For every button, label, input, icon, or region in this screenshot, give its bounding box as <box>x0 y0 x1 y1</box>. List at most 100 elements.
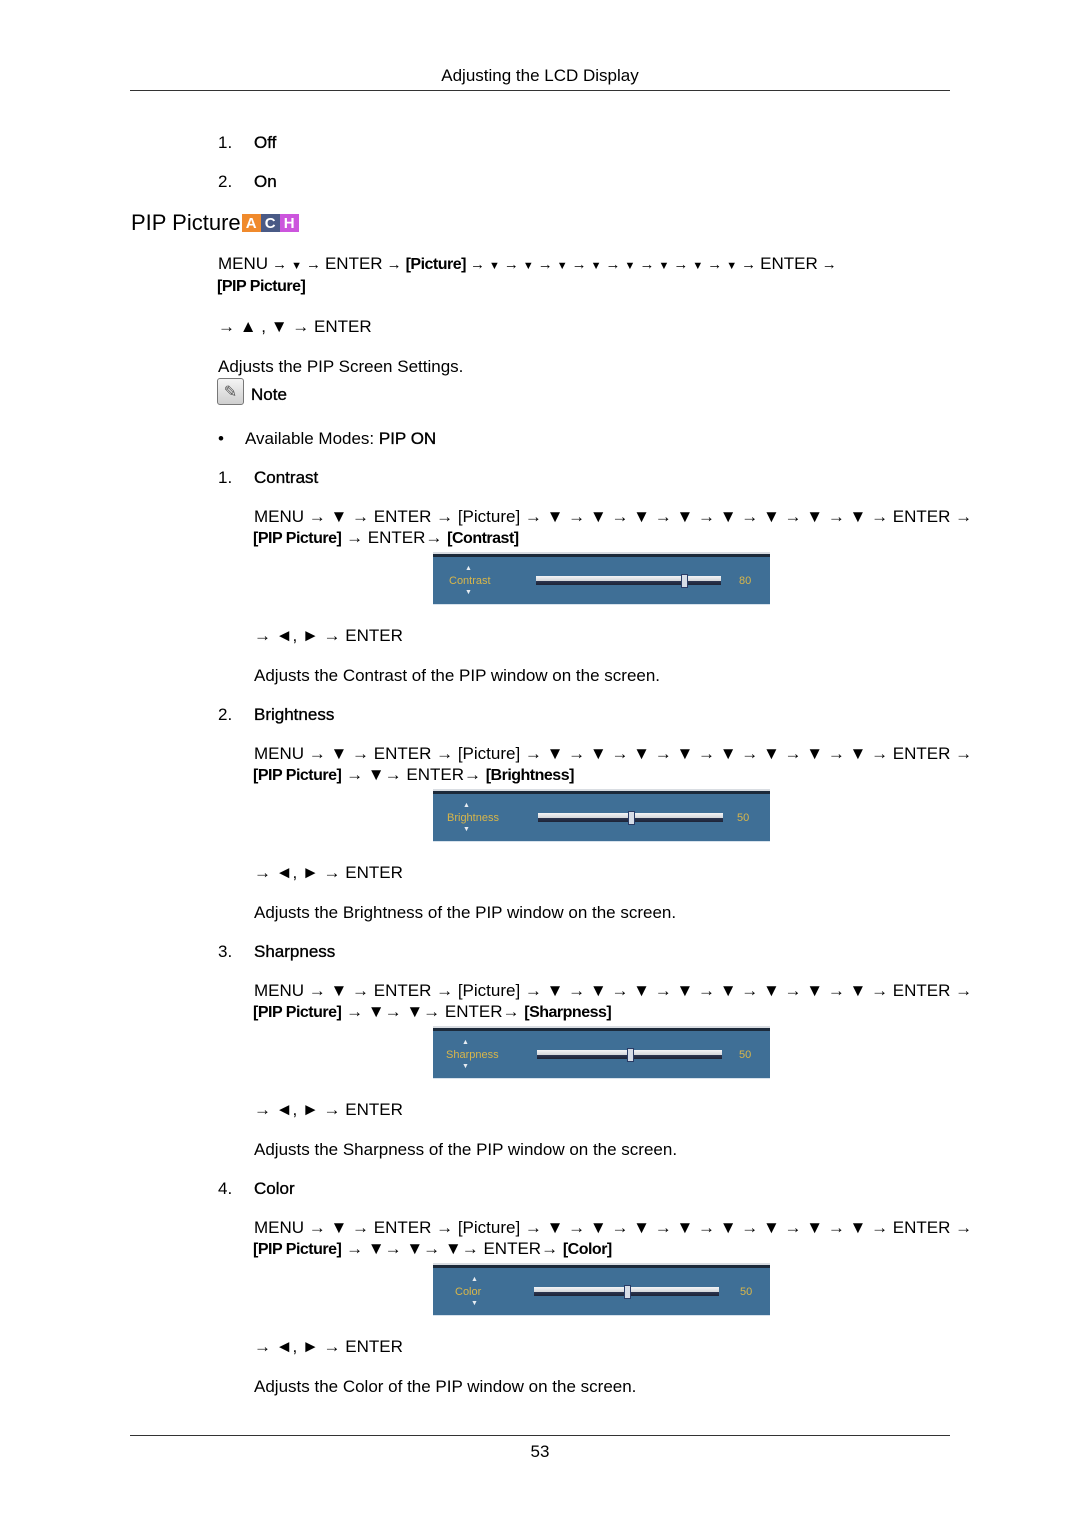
osd-slider-track[interactable] <box>534 1285 719 1299</box>
osd-value: 50 <box>739 1049 752 1061</box>
navigation-keys: → ◄, ► → ENTER <box>254 863 403 882</box>
menu-path-line2: [PIP Picture] → ENTER→ [Contrast] <box>253 528 519 548</box>
item-number: 4. <box>218 1179 233 1198</box>
mode-badges: A C H <box>241 214 299 232</box>
osd-slider-thumb[interactable] <box>626 1048 634 1062</box>
menu-path-steps: → ENTER→ <box>346 528 443 547</box>
menu-path-steps: → ▼→ ENTER→ <box>346 765 481 784</box>
menu-path-picture: [Picture] <box>405 256 467 273</box>
down-key-icon: ▼ <box>488 260 500 272</box>
navigation-keys: → ◄, ► → ENTER <box>254 1337 403 1356</box>
menu-path-line2: [PIP Picture] → ▼→ ▼→ ▼→ ENTER→ [Color] <box>253 1239 612 1259</box>
arrow-right-icon: → <box>821 256 837 273</box>
menu-path: MENU → ▼ → ENTER → [Picture] → ▼ → ▼ → ▼… <box>254 981 973 1000</box>
menu-path-pip-picture: [PIP Picture] <box>253 1241 342 1258</box>
available-modes-value: PIP ON <box>378 429 437 448</box>
osd-value: 50 <box>740 1286 753 1298</box>
header-divider <box>130 90 950 91</box>
down-key-icon: ▼ <box>556 260 568 272</box>
arrow-right-icon: → <box>503 256 519 273</box>
navigation-keys: → ▲ , ▼ → ENTER <box>218 317 372 336</box>
mode-badge-c: C <box>260 214 280 232</box>
osd-slider-panel: ▲ Sharpness ▼ 50 <box>433 1028 770 1078</box>
arrow-right-icon: → <box>469 256 485 273</box>
arrow-right-icon: → <box>305 256 321 273</box>
menu-path-line2: [PIP Picture] → ▼→ ▼→ ENTER→ [Sharpness] <box>253 1002 612 1022</box>
menu-path-target: [Sharpness] <box>524 1004 612 1021</box>
available-modes-label: Available Modes: <box>245 429 379 448</box>
osd-value: 50 <box>737 812 750 824</box>
osd-slider-panel: ▲ Color ▼ 50 <box>433 1265 770 1315</box>
menu-path-line2: [PIP Picture] <box>217 276 306 296</box>
navigation-keys: → ◄, ► → ENTER <box>254 1100 403 1119</box>
osd-label: Color <box>455 1286 482 1298</box>
osd-slider-thumb[interactable] <box>623 1285 631 1299</box>
menu-path: MENU → ▼ → ENTER → [Picture] → ▼ → ▼ → ▼ → ▼ → ▼ → ▼ → ▼ → ▼ → E… <box>218 254 841 274</box>
available-modes: Available Modes: PIP ON <box>245 429 436 449</box>
down-key-icon: ▼ <box>692 260 704 272</box>
arrow-right-icon: → <box>571 256 587 273</box>
menu-path-steps: → ▼→ ▼→ ▼→ ENTER→ <box>346 1239 559 1258</box>
navigation-keys: → ◄, ► → ENTER <box>254 626 403 645</box>
menu-path-pip-picture: [PIP Picture] <box>217 278 306 295</box>
osd-up-arrow-icon[interactable]: ▲ <box>462 1039 469 1046</box>
menu-path-line2: [PIP Picture] → ▼→ ENTER→ [Brightness] <box>253 765 574 785</box>
menu-path: MENU → ▼ → ENTER → [Picture] → ▼ → ▼ → ▼… <box>254 1218 973 1237</box>
osd-slider-track[interactable] <box>536 574 721 588</box>
osd-slider-thumb[interactable] <box>681 574 688 588</box>
menu-path: MENU → ▼ → ENTER → [Picture] → ▼ → ▼ → ▼… <box>254 507 973 526</box>
note-block: ✎ Note <box>217 378 287 405</box>
menu-path-target: [Contrast] <box>447 530 519 547</box>
menu-path-steps: → ▼→ ▼→ ENTER→ <box>346 1002 520 1021</box>
menu-path-key: ENTER <box>324 254 383 273</box>
osd-label: Brightness <box>447 812 499 824</box>
down-key-icon: ▼ <box>624 260 636 272</box>
footer-divider <box>130 1435 950 1436</box>
menu-path-target: [Color] <box>562 1241 612 1258</box>
arrow-right-icon: → <box>272 256 288 273</box>
osd-up-arrow-icon[interactable]: ▲ <box>465 565 472 572</box>
osd-down-arrow-icon[interactable]: ▼ <box>462 1063 469 1070</box>
arrow-right-icon: → <box>639 256 655 273</box>
osd-slider-panel: ▲ Contrast ▼ 80 <box>433 554 770 604</box>
down-key-icon: ▼ <box>291 260 302 272</box>
item-description: Adjusts the Sharpness of the PIP window … <box>254 1140 678 1159</box>
arrow-right-icon: → <box>537 256 553 273</box>
arrow-right-icon: → <box>386 256 402 273</box>
item-number: 1. <box>218 468 233 487</box>
down-key-icon: ▼ <box>658 260 670 272</box>
osd-slider-thumb[interactable] <box>627 811 635 825</box>
item-heading-contrast: Contrast <box>254 468 319 487</box>
osd-label: Contrast <box>449 575 491 587</box>
list-number: 1. <box>218 133 233 152</box>
item-description: Adjusts the Brightness of the PIP window… <box>254 903 677 922</box>
osd-down-arrow-icon[interactable]: ▼ <box>463 826 470 833</box>
menu-path-pip-picture: [PIP Picture] <box>253 767 342 784</box>
list-item-off: Off <box>254 133 277 152</box>
page-header-title: Adjusting the LCD Display <box>441 66 639 85</box>
osd-down-arrow-icon[interactable]: ▼ <box>471 1300 478 1307</box>
down-key-icon: ▼ <box>522 260 534 272</box>
item-heading-color: Color <box>254 1179 295 1198</box>
menu-path-pip-picture: [PIP Picture] <box>253 530 342 547</box>
osd-slider-track[interactable] <box>538 811 723 825</box>
osd-up-arrow-icon[interactable]: ▲ <box>471 1276 478 1283</box>
item-heading-brightness: Brightness <box>254 705 335 724</box>
osd-slider-track[interactable] <box>537 1048 722 1062</box>
menu-path-key: MENU <box>218 254 269 273</box>
page-number: 53 <box>530 1442 550 1461</box>
note-pencil-icon: ✎ <box>217 378 244 405</box>
osd-down-arrow-icon[interactable]: ▼ <box>465 589 472 596</box>
menu-path-key: ENTER <box>760 254 818 273</box>
arrow-right-icon: → <box>707 256 723 273</box>
item-number: 2. <box>218 705 233 724</box>
section-description: Adjusts the PIP Screen Settings. <box>218 357 464 376</box>
item-description: Adjusts the Color of the PIP window on t… <box>254 1377 637 1396</box>
osd-label: Sharpness <box>446 1049 499 1061</box>
osd-up-arrow-icon[interactable]: ▲ <box>463 802 470 809</box>
arrow-right-icon: → <box>741 256 757 273</box>
item-description: Adjusts the Contrast of the PIP window o… <box>254 666 661 685</box>
section-title: PIP Picture <box>131 210 241 235</box>
mode-badge-h: H <box>279 214 299 232</box>
item-heading-sharpness: Sharpness <box>254 942 336 961</box>
